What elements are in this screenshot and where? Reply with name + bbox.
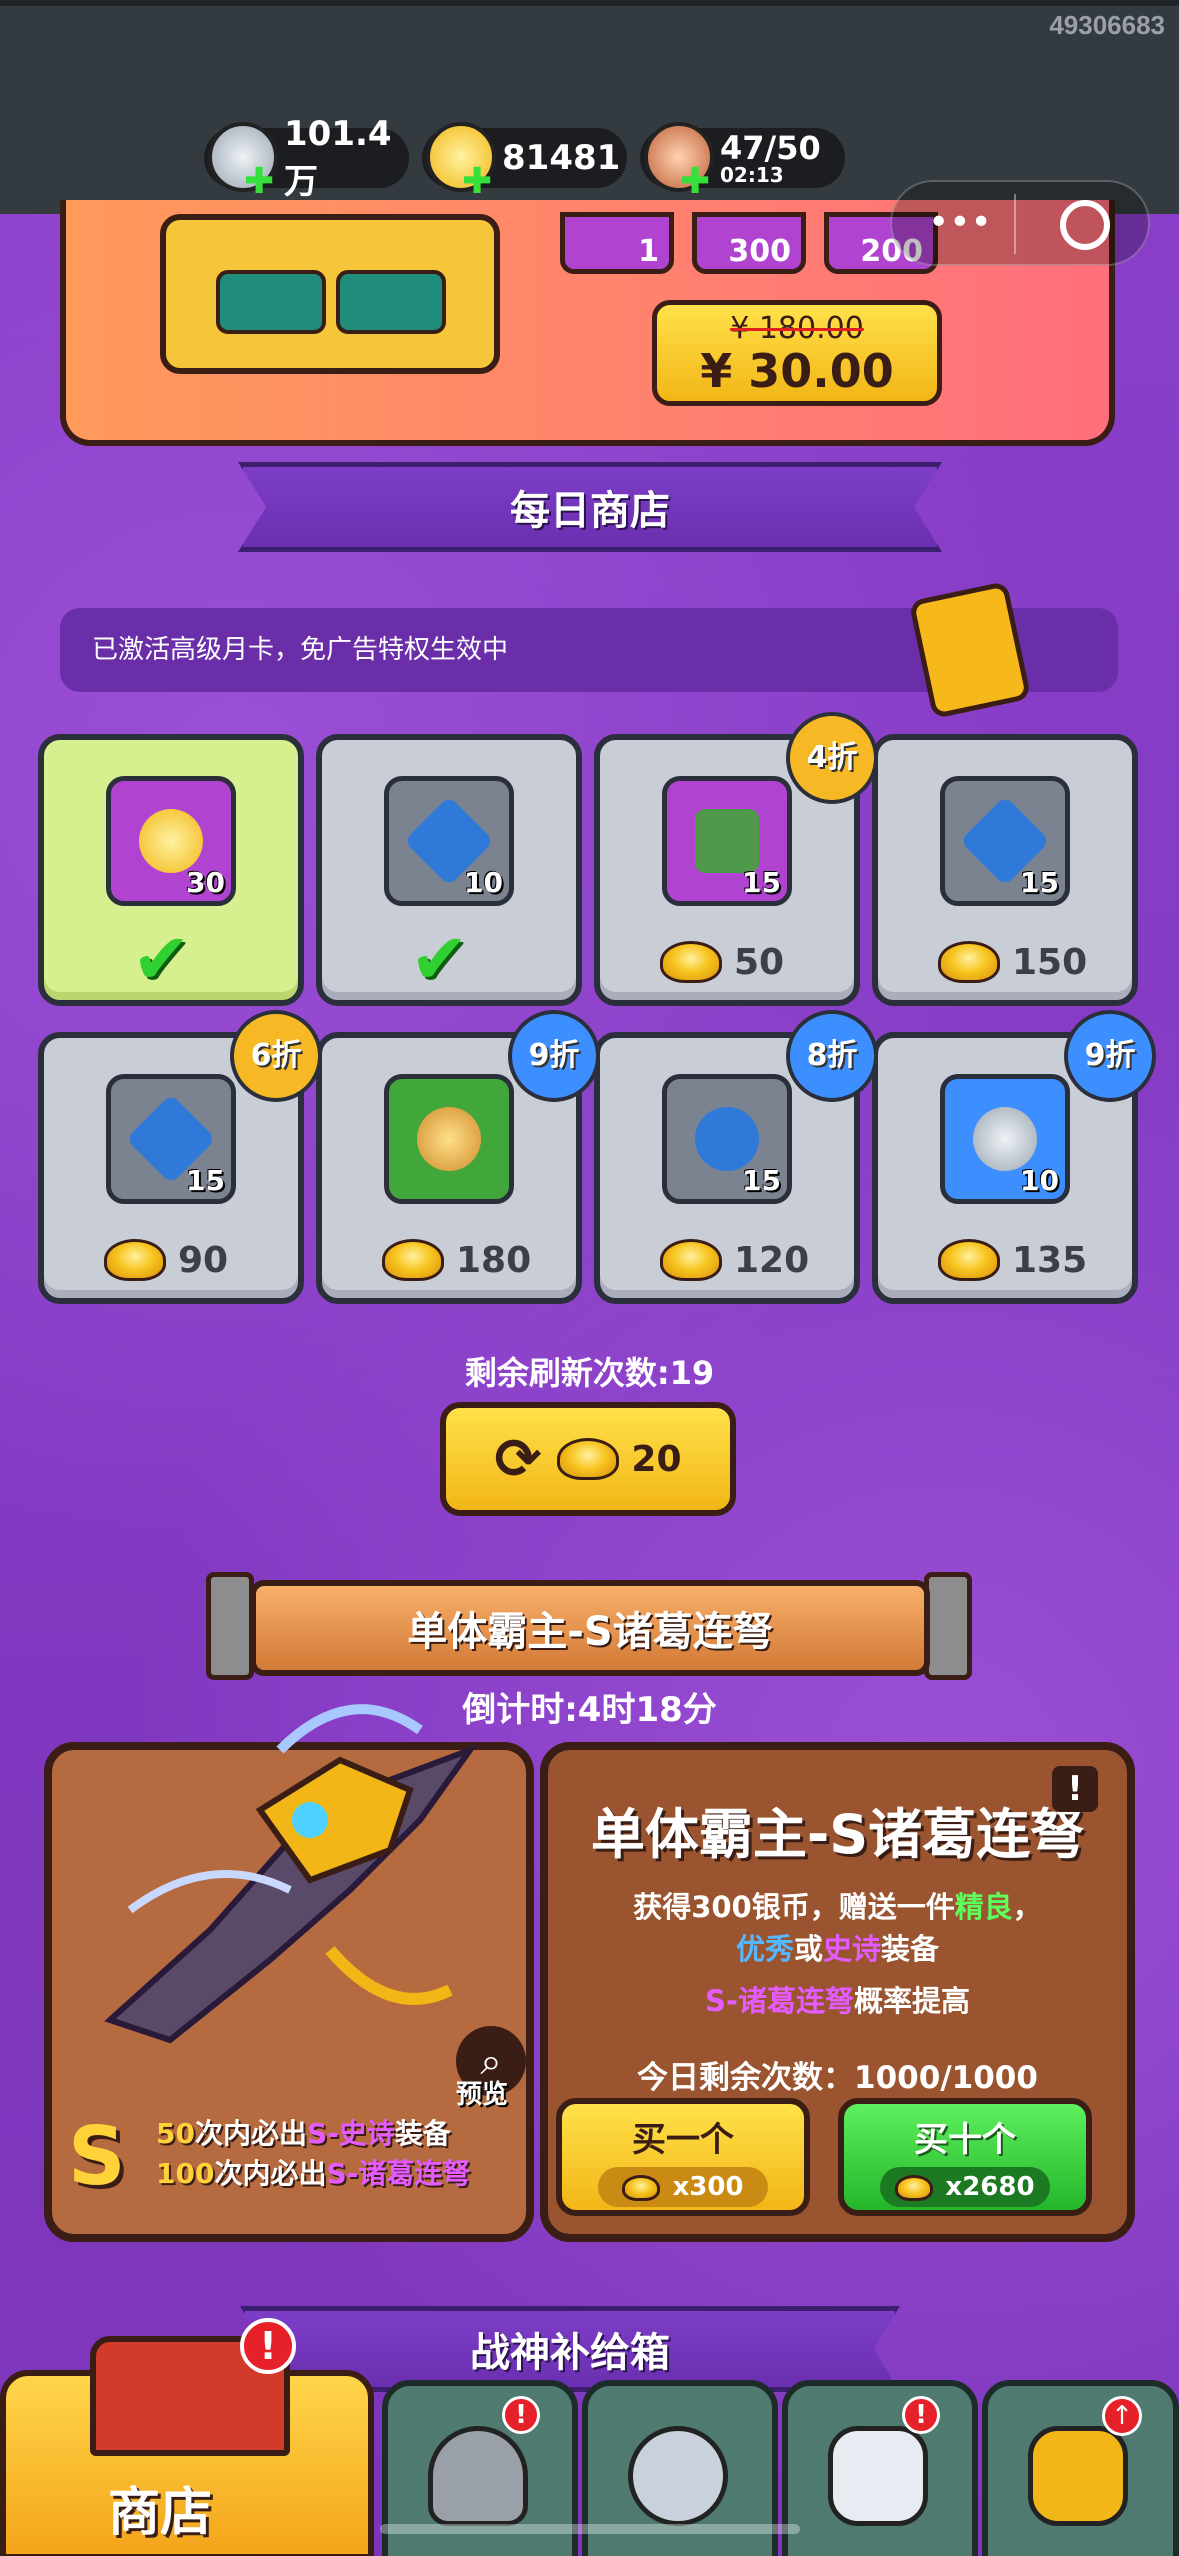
preview-label[interactable]: 预览 — [456, 2074, 508, 2111]
item-cost: 120 — [660, 1230, 809, 1290]
sale-price: ¥ 30.00 — [700, 344, 894, 398]
stamina-timer: 02:13 — [720, 163, 784, 187]
green-armor-icon: 15 — [662, 776, 792, 906]
swords-shield-icon — [628, 2426, 728, 2526]
mini-program-capsule[interactable]: ••• — [890, 180, 1150, 266]
alert-badge: ! — [902, 2396, 940, 2434]
pack-item-ingot: 300 — [692, 212, 806, 274]
gold-ingot-icon — [557, 1438, 620, 1480]
silver-coin-value: 101.4万 — [284, 113, 392, 202]
buy-pack-button[interactable]: ¥ 180.00 ¥ 30.00 — [652, 300, 942, 406]
event-panel-title: 单体霸主-S诸葛连弩 — [590, 1803, 1085, 1866]
item-cost: 180 — [382, 1230, 531, 1290]
discount-badge: 9折 — [1064, 1010, 1156, 1102]
pillar-decoration — [206, 1572, 254, 1680]
guarantee-line-1: 50次内必出S-史诗装备 — [156, 2117, 451, 2150]
blue-crystal-gem-icon: 15 — [662, 1074, 792, 1204]
item-cost: 150 — [938, 932, 1087, 992]
discount-badge: 9折 — [508, 1010, 600, 1102]
buy-one-label: 买一个 — [632, 2120, 734, 2160]
event-reward-desc: 获得300银币，赠送一件精良， 优秀或史诗装备 — [633, 1890, 1042, 1966]
upgrade-arrow-badge: ↑ — [1102, 2396, 1142, 2436]
discount-badge: 6折 — [230, 1010, 322, 1102]
daily-remaining: 今日剩余次数：1000/1000 — [637, 2060, 1038, 2096]
pillar-decoration — [924, 1572, 972, 1680]
grade-s-icon: S — [68, 2110, 126, 2203]
item-cost: 90 — [104, 1230, 228, 1290]
hero-stars-icon — [828, 2426, 928, 2526]
event-title: 单体霸主-S诸葛连弩 — [250, 1580, 930, 1676]
tab-shop-label: 商店 — [108, 2483, 213, 2543]
gold-ingot-icon — [660, 941, 722, 983]
gold-ingot-counter[interactable]: 81481 ✚ — [422, 122, 627, 202]
add-icon[interactable]: ✚ — [244, 161, 274, 202]
add-icon[interactable]: ✚ — [462, 161, 492, 202]
gold-ingot-icon — [938, 1239, 1000, 1281]
user-id: 49306683 — [1049, 10, 1165, 40]
helmet-icon — [428, 2426, 528, 2526]
pack-item-badge: 1 — [560, 212, 674, 274]
info-icon[interactable]: ! — [1052, 1766, 1098, 1812]
blue-crystal-sword-icon: 10 — [384, 776, 514, 906]
daily-shop-title: 每日商店 — [238, 462, 942, 552]
add-icon[interactable]: ✚ — [680, 161, 710, 202]
alert-badge: ! — [502, 2396, 540, 2434]
home-indicator — [380, 2524, 800, 2534]
blue-crystal-sword-icon: 15 — [106, 1074, 236, 1204]
refresh-button[interactable]: ⟳ 20 — [440, 1402, 736, 1516]
refresh-icon: ⟳ — [494, 1426, 542, 1492]
original-price: ¥ 180.00 — [730, 311, 864, 346]
purchased-check-icon: ✔ — [410, 918, 469, 1000]
upgrade-fist-icon — [1028, 2426, 1128, 2526]
buy-ten-label: 买十个 — [914, 2120, 1016, 2160]
stamina-value: 47/50 — [720, 129, 821, 167]
gold-ingot-icon — [660, 1239, 722, 1281]
treasure-chest-icon — [160, 214, 500, 374]
discount-badge: 4折 — [786, 712, 878, 804]
silver-coin-icon: 10 — [940, 1074, 1070, 1204]
shop-cell[interactable]: 30 ✔ — [38, 734, 304, 1006]
shop-cell[interactable]: 10 ✔ — [316, 734, 582, 1006]
item-cost: 50 — [660, 932, 784, 992]
gold-ingot-icon — [382, 1239, 444, 1281]
refresh-cost: 20 — [631, 1438, 682, 1480]
gold-ingot-icon — [622, 2174, 661, 2201]
buy-ten-price: x2680 — [880, 2167, 1050, 2207]
more-icon[interactable]: ••• — [928, 202, 992, 243]
buy-ten-button[interactable]: 买十个 x2680 — [838, 2098, 1092, 2216]
crossbow-weapon-icon — [104, 1704, 479, 2044]
purchased-check-icon: ✔ — [132, 918, 191, 1000]
discount-badge: 8折 — [786, 1010, 878, 1102]
silver-coin-counter[interactable]: 101.4万 ✚ — [204, 114, 409, 202]
gold-ingot-value: 81481 — [502, 138, 621, 178]
gold-ingot-icon — [895, 2174, 934, 2201]
close-circle-icon[interactable] — [1060, 200, 1110, 250]
jade-pendant-icon — [384, 1074, 514, 1204]
item-cost: 135 — [938, 1230, 1087, 1290]
guarantee-line-2: 100次内必出S-诸葛连弩 — [156, 2157, 471, 2190]
tab-hero[interactable] — [782, 2380, 978, 2556]
stamina-counter[interactable]: 47/50 02:13 ✚ — [640, 122, 845, 202]
alert-badge: ! — [240, 2318, 296, 2374]
shop-cell[interactable]: 15 150 — [872, 734, 1138, 1006]
tab-upgrade[interactable] — [982, 2380, 1179, 2556]
buy-one-button[interactable]: 买一个 x300 — [556, 2098, 810, 2216]
blue-crystal-sword-icon: 15 — [940, 776, 1070, 906]
event-rate-up: S-诸葛连弩概率提高 — [705, 1984, 970, 2018]
gold-ingot-icon: 30 — [106, 776, 236, 906]
refresh-remaining: 剩余刷新次数:19 — [464, 1354, 715, 1392]
gold-ingot-icon — [938, 941, 1000, 983]
buy-one-price: x300 — [598, 2167, 768, 2207]
gold-ingot-icon — [104, 1239, 166, 1281]
